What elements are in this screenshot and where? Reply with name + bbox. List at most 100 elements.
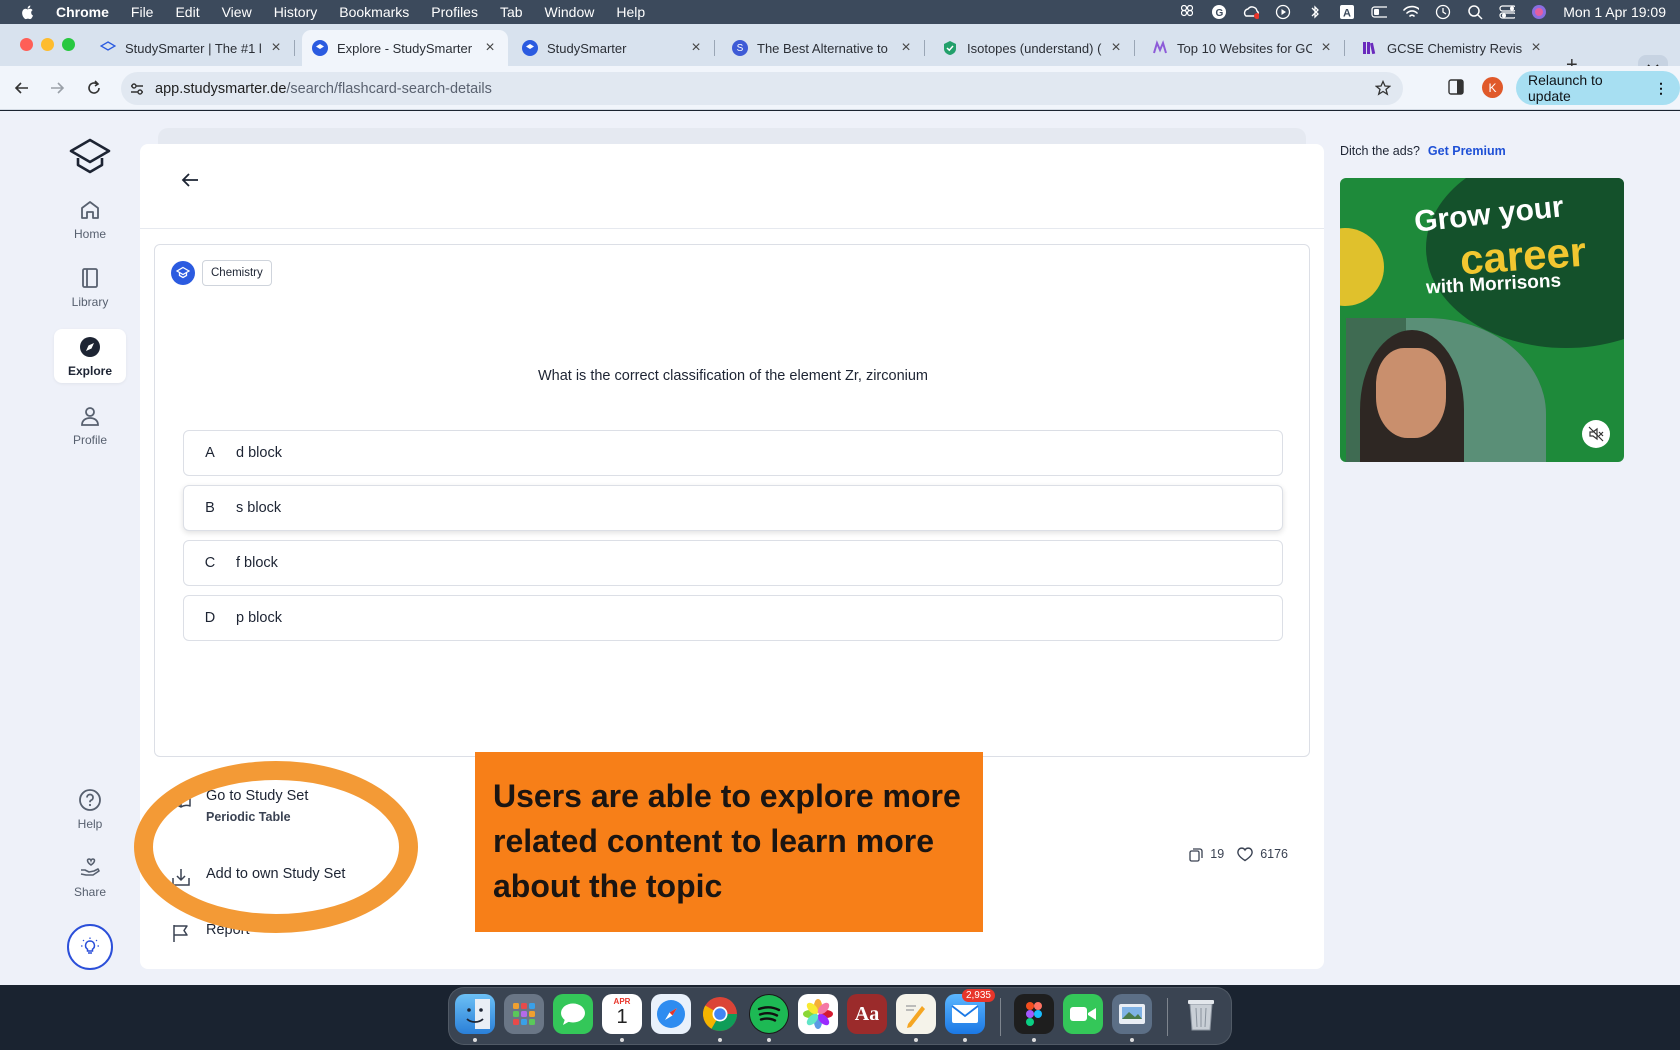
answer-option-c[interactable]: C f block [183, 540, 1283, 586]
menu-file[interactable]: File [131, 4, 154, 20]
browser-tab[interactable]: StudySmarter × [512, 30, 715, 66]
close-tab-icon[interactable]: × [1108, 39, 1124, 57]
browser-tab[interactable]: GCSE Chemistry Revisio × [1352, 30, 1554, 66]
tab-title: StudySmarter | The #1 le [125, 40, 262, 56]
ad-yellow-shape [1340, 228, 1384, 306]
menu-bookmarks[interactable]: Bookmarks [339, 4, 409, 20]
close-tab-icon[interactable]: × [1318, 39, 1334, 57]
calendar-month: APR [613, 997, 631, 1006]
siri-icon[interactable] [1531, 5, 1547, 19]
url-path: /search/flashcard-search-details [286, 80, 492, 97]
advertisement-banner[interactable]: Grow your career with Morrisons [1340, 178, 1624, 462]
sidebar-item-help[interactable]: Help [54, 781, 126, 837]
wifi-icon[interactable] [1403, 5, 1420, 19]
heart-icon[interactable] [1236, 846, 1254, 862]
tab-title: Top 10 Websites for GCS [1177, 40, 1312, 56]
close-tab-icon[interactable]: × [482, 39, 498, 57]
close-tab-icon[interactable]: × [898, 39, 914, 57]
close-tab-icon[interactable]: × [688, 39, 704, 57]
menu-history[interactable]: History [274, 4, 318, 20]
answer-option-a[interactable]: A d block [183, 430, 1283, 476]
browser-tab[interactable]: Top 10 Websites for GCS × [1142, 30, 1345, 66]
chrome-icon[interactable] [700, 994, 740, 1042]
play-circle-icon[interactable] [1275, 4, 1291, 20]
menu-clock[interactable]: Mon 1 Apr 19:09 [1563, 4, 1666, 20]
photos-icon[interactable] [798, 994, 838, 1034]
close-window-button[interactable] [20, 38, 33, 51]
profile-avatar[interactable]: K [1482, 77, 1503, 98]
option-letter: C [204, 555, 216, 571]
time-machine-icon[interactable] [1435, 4, 1451, 20]
back-button[interactable] [10, 76, 34, 100]
menu-edit[interactable]: Edit [175, 4, 199, 20]
forward-button[interactable] [45, 76, 69, 100]
menu-help[interactable]: Help [616, 4, 645, 20]
flag-icon [173, 925, 188, 942]
address-bar[interactable]: app.studysmarter.de/search/flashcard-sea… [121, 72, 1403, 105]
answer-option-d[interactable]: D p block [183, 595, 1283, 641]
app-sidebar: Home Library Explore Profile Help Share [0, 111, 140, 985]
answer-option-b[interactable]: B s block [183, 485, 1283, 531]
menu-window[interactable]: Window [545, 4, 595, 20]
input-source-icon[interactable]: A [1339, 5, 1355, 20]
messages-icon[interactable] [553, 994, 593, 1034]
control-center-icon[interactable] [1499, 5, 1516, 19]
ideas-button[interactable] [67, 924, 113, 970]
browser-tab[interactable]: StudySmarter | The #1 le × [90, 30, 295, 66]
search-icon[interactable] [1467, 5, 1483, 20]
menu-app-name[interactable]: Chrome [56, 4, 109, 20]
figma-icon[interactable] [1014, 994, 1054, 1042]
cards-count: 19 [1210, 847, 1225, 861]
pages-icon[interactable] [896, 994, 936, 1042]
finder-icon[interactable] [455, 994, 495, 1042]
sidebar-item-explore[interactable]: Explore [54, 329, 126, 383]
minimize-window-button[interactable] [41, 38, 54, 51]
dictionary-icon[interactable]: Aa [847, 994, 887, 1034]
figma-status-icon[interactable] [1179, 5, 1195, 19]
menu-view[interactable]: View [222, 4, 252, 20]
option-letter: A [205, 445, 215, 461]
safari-icon[interactable] [651, 994, 691, 1034]
ad-person-face [1376, 348, 1446, 438]
url-text[interactable]: app.studysmarter.de/search/flashcard-sea… [155, 81, 492, 97]
menu-profiles[interactable]: Profiles [431, 4, 478, 20]
sidebar-item-home[interactable]: Home [54, 191, 126, 247]
bluetooth-icon[interactable] [1307, 5, 1323, 19]
browser-tab[interactable]: S The Best Alternative to S × [722, 30, 925, 66]
trash-icon[interactable] [1181, 994, 1221, 1034]
relaunch-button[interactable]: Relaunch to update ⋮ [1516, 71, 1680, 105]
battery-icon[interactable] [1371, 5, 1388, 19]
site-settings-icon[interactable] [129, 81, 145, 97]
question-text: What is the correct classification of th… [537, 368, 929, 384]
launchpad-icon[interactable] [504, 994, 544, 1034]
bookmark-star-icon[interactable] [1375, 80, 1391, 96]
sidebar-item-profile[interactable]: Profile [54, 397, 126, 453]
grammarly-icon[interactable]: G [1211, 5, 1227, 19]
preview-icon[interactable] [1112, 994, 1152, 1042]
sidebar-item-share[interactable]: Share [54, 849, 126, 905]
studysmarter-favicon [100, 40, 116, 56]
zoom-window-button[interactable] [62, 38, 75, 51]
studysmarter-logo[interactable] [68, 137, 112, 177]
sidebar-item-label: Profile [72, 432, 107, 447]
browser-tab-active[interactable]: Explore - StudySmarter × [302, 30, 508, 66]
more-menu-icon[interactable]: ⋮ [1654, 80, 1668, 97]
shield-check-favicon [942, 40, 958, 56]
browser-tab[interactable]: Isotopes (understand) (p × [932, 30, 1135, 66]
mail-icon[interactable]: 2,935 [945, 989, 995, 1042]
mute-button[interactable] [1582, 420, 1610, 448]
facetime-icon[interactable] [1063, 994, 1103, 1034]
get-premium-link[interactable]: Get Premium [1428, 144, 1506, 158]
back-arrow-icon[interactable] [178, 168, 202, 192]
close-tab-icon[interactable]: × [268, 39, 284, 57]
creative-cloud-icon[interactable] [1243, 5, 1260, 19]
menu-tab[interactable]: Tab [500, 4, 523, 20]
reload-button[interactable] [82, 76, 106, 100]
close-tab-icon[interactable]: × [1528, 39, 1544, 57]
apple-icon[interactable] [20, 4, 36, 20]
side-panel-icon[interactable] [1447, 78, 1465, 96]
calendar-icon[interactable]: APR 1 [602, 994, 642, 1042]
spotify-icon[interactable] [749, 994, 789, 1042]
lightbulb-icon [81, 937, 99, 954]
sidebar-item-library[interactable]: Library [54, 259, 126, 315]
